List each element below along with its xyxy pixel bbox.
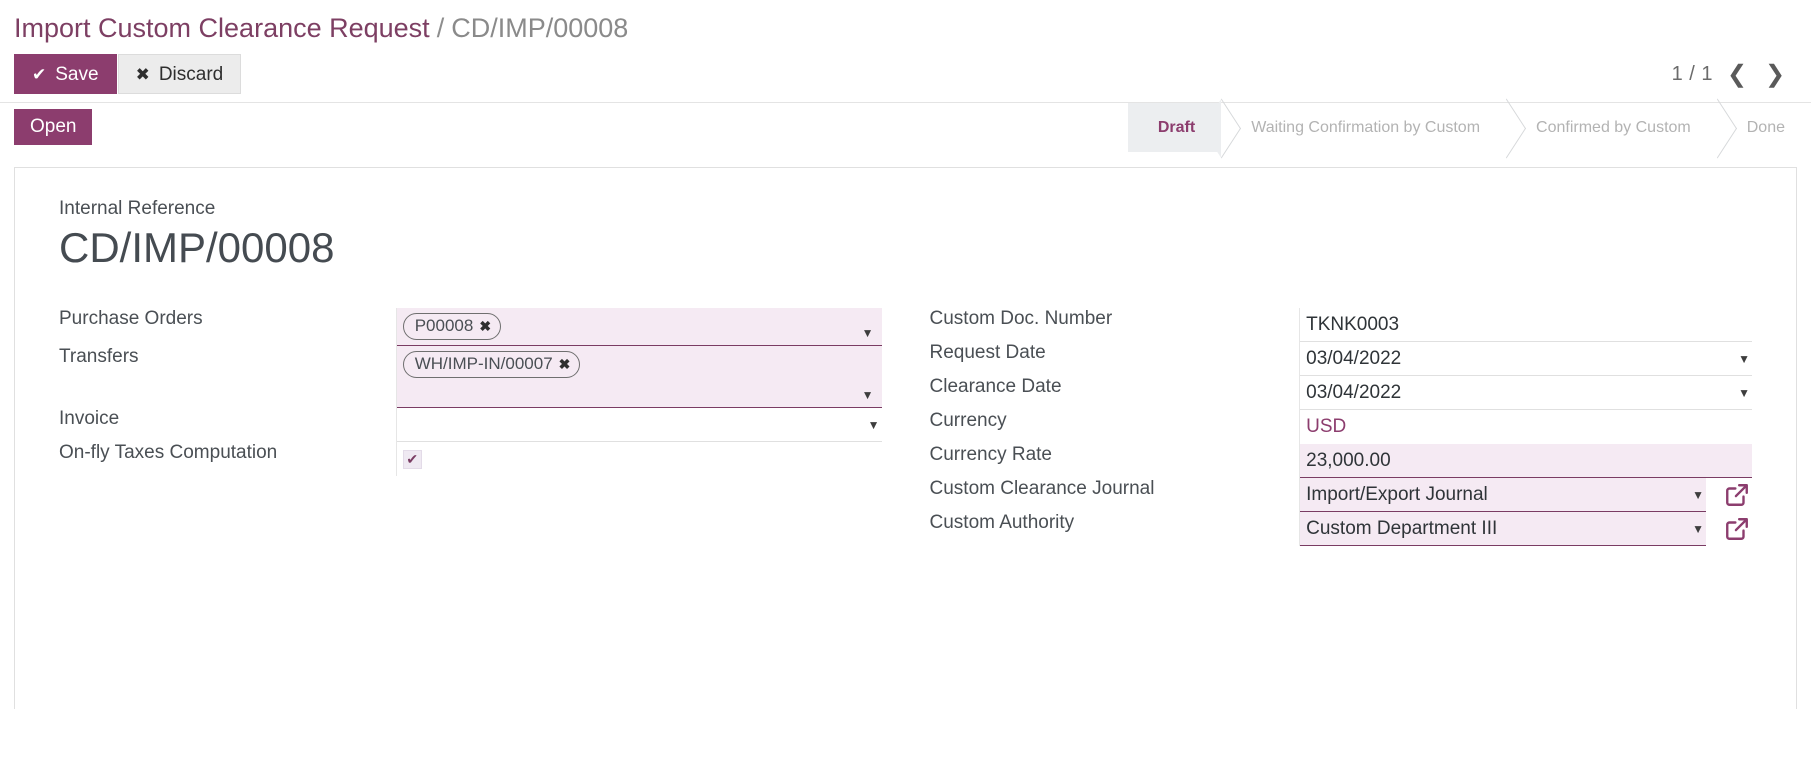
pager-count: 1 / 1 [1671,62,1713,85]
sheet-background: Internal Reference CD/IMP/00008 Purchase… [0,151,1811,709]
statusbar-buttons: Open [0,103,93,151]
status-step-label: Confirmed by Custom [1536,118,1691,136]
caret-down-icon[interactable]: ▼ [1730,352,1750,366]
field-row-currency-rate: Currency Rate 23,000.00 [929,444,1752,478]
save-button[interactable]: ✔ Save [14,54,117,94]
custom-authority-input[interactable]: Custom Department III ▼ [1300,512,1706,546]
currency-value: USD [1306,416,1347,437]
currency-rate-input[interactable]: 23,000.00 [1300,444,1752,478]
form-group-right: Custom Doc. Number TKNK0003 Request Date… [929,308,1752,546]
onfly-taxes-label: On-fly Taxes Computation [59,442,278,463]
caret-down-icon[interactable]: ▼ [1730,386,1750,400]
field-row-onfly-taxes: On-fly Taxes Computation ✔ [59,442,882,476]
request-date-label: Request Date [929,342,1046,363]
tag-label: WH/IMP-IN/00007 [414,354,553,373]
field-row-invoice: Invoice ▼ [59,408,882,442]
field-row-request-date: Request Date 03/04/2022 ▼ [929,342,1752,376]
clearance-date-value: 03/04/2022 [1306,381,1402,403]
field-row-custom-authority: Custom Authority Custom Department III ▼ [929,512,1752,546]
form-sheet: Internal Reference CD/IMP/00008 Purchase… [14,167,1797,709]
invoice-input[interactable]: ▼ [396,408,882,442]
clearance-date-input[interactable]: 03/04/2022 ▼ [1300,376,1752,410]
times-icon[interactable]: ✖ [479,315,491,337]
caret-down-icon[interactable]: ▼ [862,388,874,402]
request-date-value: 03/04/2022 [1306,347,1402,369]
clearance-date-label: Clearance Date [929,376,1062,397]
custom-clearance-journal-input[interactable]: Import/Export Journal ▼ [1300,478,1706,512]
status-step-label: Draft [1157,118,1196,136]
currency-rate-value: 23,000.00 [1306,449,1391,471]
internal-reference-label: Internal Reference [59,198,216,219]
field-row-custom-doc-number: Custom Doc. Number TKNK0003 [929,308,1752,342]
discard-button-label: Discard [158,63,224,85]
field-row-clearance-date: Clearance Date 03/04/2022 ▼ [929,376,1752,410]
control-panel-buttons-row: ✔ Save ✖ Discard 1 / 1 ❮ ❯ [0,46,1811,94]
field-row-purchase-orders: Purchase Orders P00008 ✖ ▼ [59,308,882,346]
status-step-label: Waiting Confirmation by Custom [1251,118,1481,136]
record-title-block: Internal Reference CD/IMP/00008 [59,198,1752,274]
tag-label: P00008 [414,316,474,335]
times-icon: ✖ [135,64,150,84]
status-step-done[interactable]: Done [1717,103,1811,152]
status-step-draft[interactable]: Draft [1127,103,1222,152]
control-panel: Import Custom Clearance Request / CD/IMP/0… [0,0,1811,46]
open-button[interactable]: Open [14,109,93,145]
custom-clearance-journal-value: Import/Export Journal [1306,483,1488,505]
currency-value-link[interactable]: USD [1300,410,1752,444]
currency-rate-label: Currency Rate [929,444,1053,465]
check-icon: ✔ [32,64,47,84]
caret-down-icon[interactable]: ▼ [1684,488,1704,502]
form-group-left: Purchase Orders P00008 ✖ ▼ Transfers WH/… [59,308,882,476]
custom-doc-number-input[interactable]: TKNK0003 [1300,308,1752,342]
custom-doc-number-value: TKNK0003 [1306,313,1400,335]
purchase-orders-label: Purchase Orders [59,308,203,329]
purchase-orders-input[interactable]: P00008 ✖ ▼ [396,308,882,346]
custom-doc-number-label: Custom Doc. Number [929,308,1113,329]
breadcrumb-separator: / [436,13,445,43]
record-action-buttons: ✔ Save ✖ Discard [14,54,242,94]
onfly-taxes-checkbox[interactable]: ✔ [402,449,422,469]
field-row-transfers: Transfers WH/IMP-IN/00007 ✖ ▼ [59,346,882,408]
tag-item[interactable]: WH/IMP-IN/00007 ✖ [402,351,581,378]
breadcrumb-current: CD/IMP/00008 [451,13,629,43]
save-button-label: Save [55,63,99,85]
caret-down-icon[interactable]: ▼ [862,326,874,340]
breadcrumb: Import Custom Clearance Request / CD/IMP/0… [14,10,1797,46]
field-row-custom-clearance-journal: Custom Clearance Journal Import/Export J… [929,478,1752,512]
field-row-currency: Currency USD [929,410,1752,444]
times-icon[interactable]: ✖ [559,353,571,375]
tag-item[interactable]: P00008 ✖ [402,313,502,340]
external-link-icon[interactable] [1722,480,1752,510]
external-link-icon[interactable] [1722,514,1752,544]
custom-clearance-journal-label: Custom Clearance Journal [929,478,1155,499]
pager: 1 / 1 ❮ ❯ [1672,59,1797,89]
invoice-label: Invoice [59,408,120,429]
discard-button[interactable]: ✖ Discard [117,54,242,94]
form-groups: Purchase Orders P00008 ✖ ▼ Transfers WH/… [59,308,1752,546]
internal-reference-value: CD/IMP/00008 [59,224,335,271]
caret-down-icon[interactable]: ▼ [1684,522,1704,536]
custom-authority-label: Custom Authority [929,512,1075,533]
caret-down-icon[interactable]: ▼ [860,418,880,432]
request-date-input[interactable]: 03/04/2022 ▼ [1300,342,1752,376]
status-step-waiting-confirmation[interactable]: Waiting Confirmation by Custom [1221,103,1506,152]
transfers-input[interactable]: WH/IMP-IN/00007 ✖ ▼ [396,346,882,408]
statusbar: Open Draft Waiting Confirmation by Custo… [0,102,1811,152]
currency-label: Currency [929,410,1007,431]
status-step-label: Done [1746,118,1785,136]
custom-authority-value: Custom Department III [1306,517,1498,539]
transfers-label: Transfers [59,346,139,367]
statusbar-steps: Draft Waiting Confirmation by Custom Con… [1127,103,1811,152]
chevron-left-icon[interactable]: ❮ [1723,59,1751,89]
check-icon: ✔ [406,450,419,467]
breadcrumb-root-link[interactable]: Import Custom Clearance Request [14,13,430,43]
status-step-confirmed[interactable]: Confirmed by Custom [1506,103,1717,152]
chevron-right-icon[interactable]: ❯ [1761,59,1789,89]
